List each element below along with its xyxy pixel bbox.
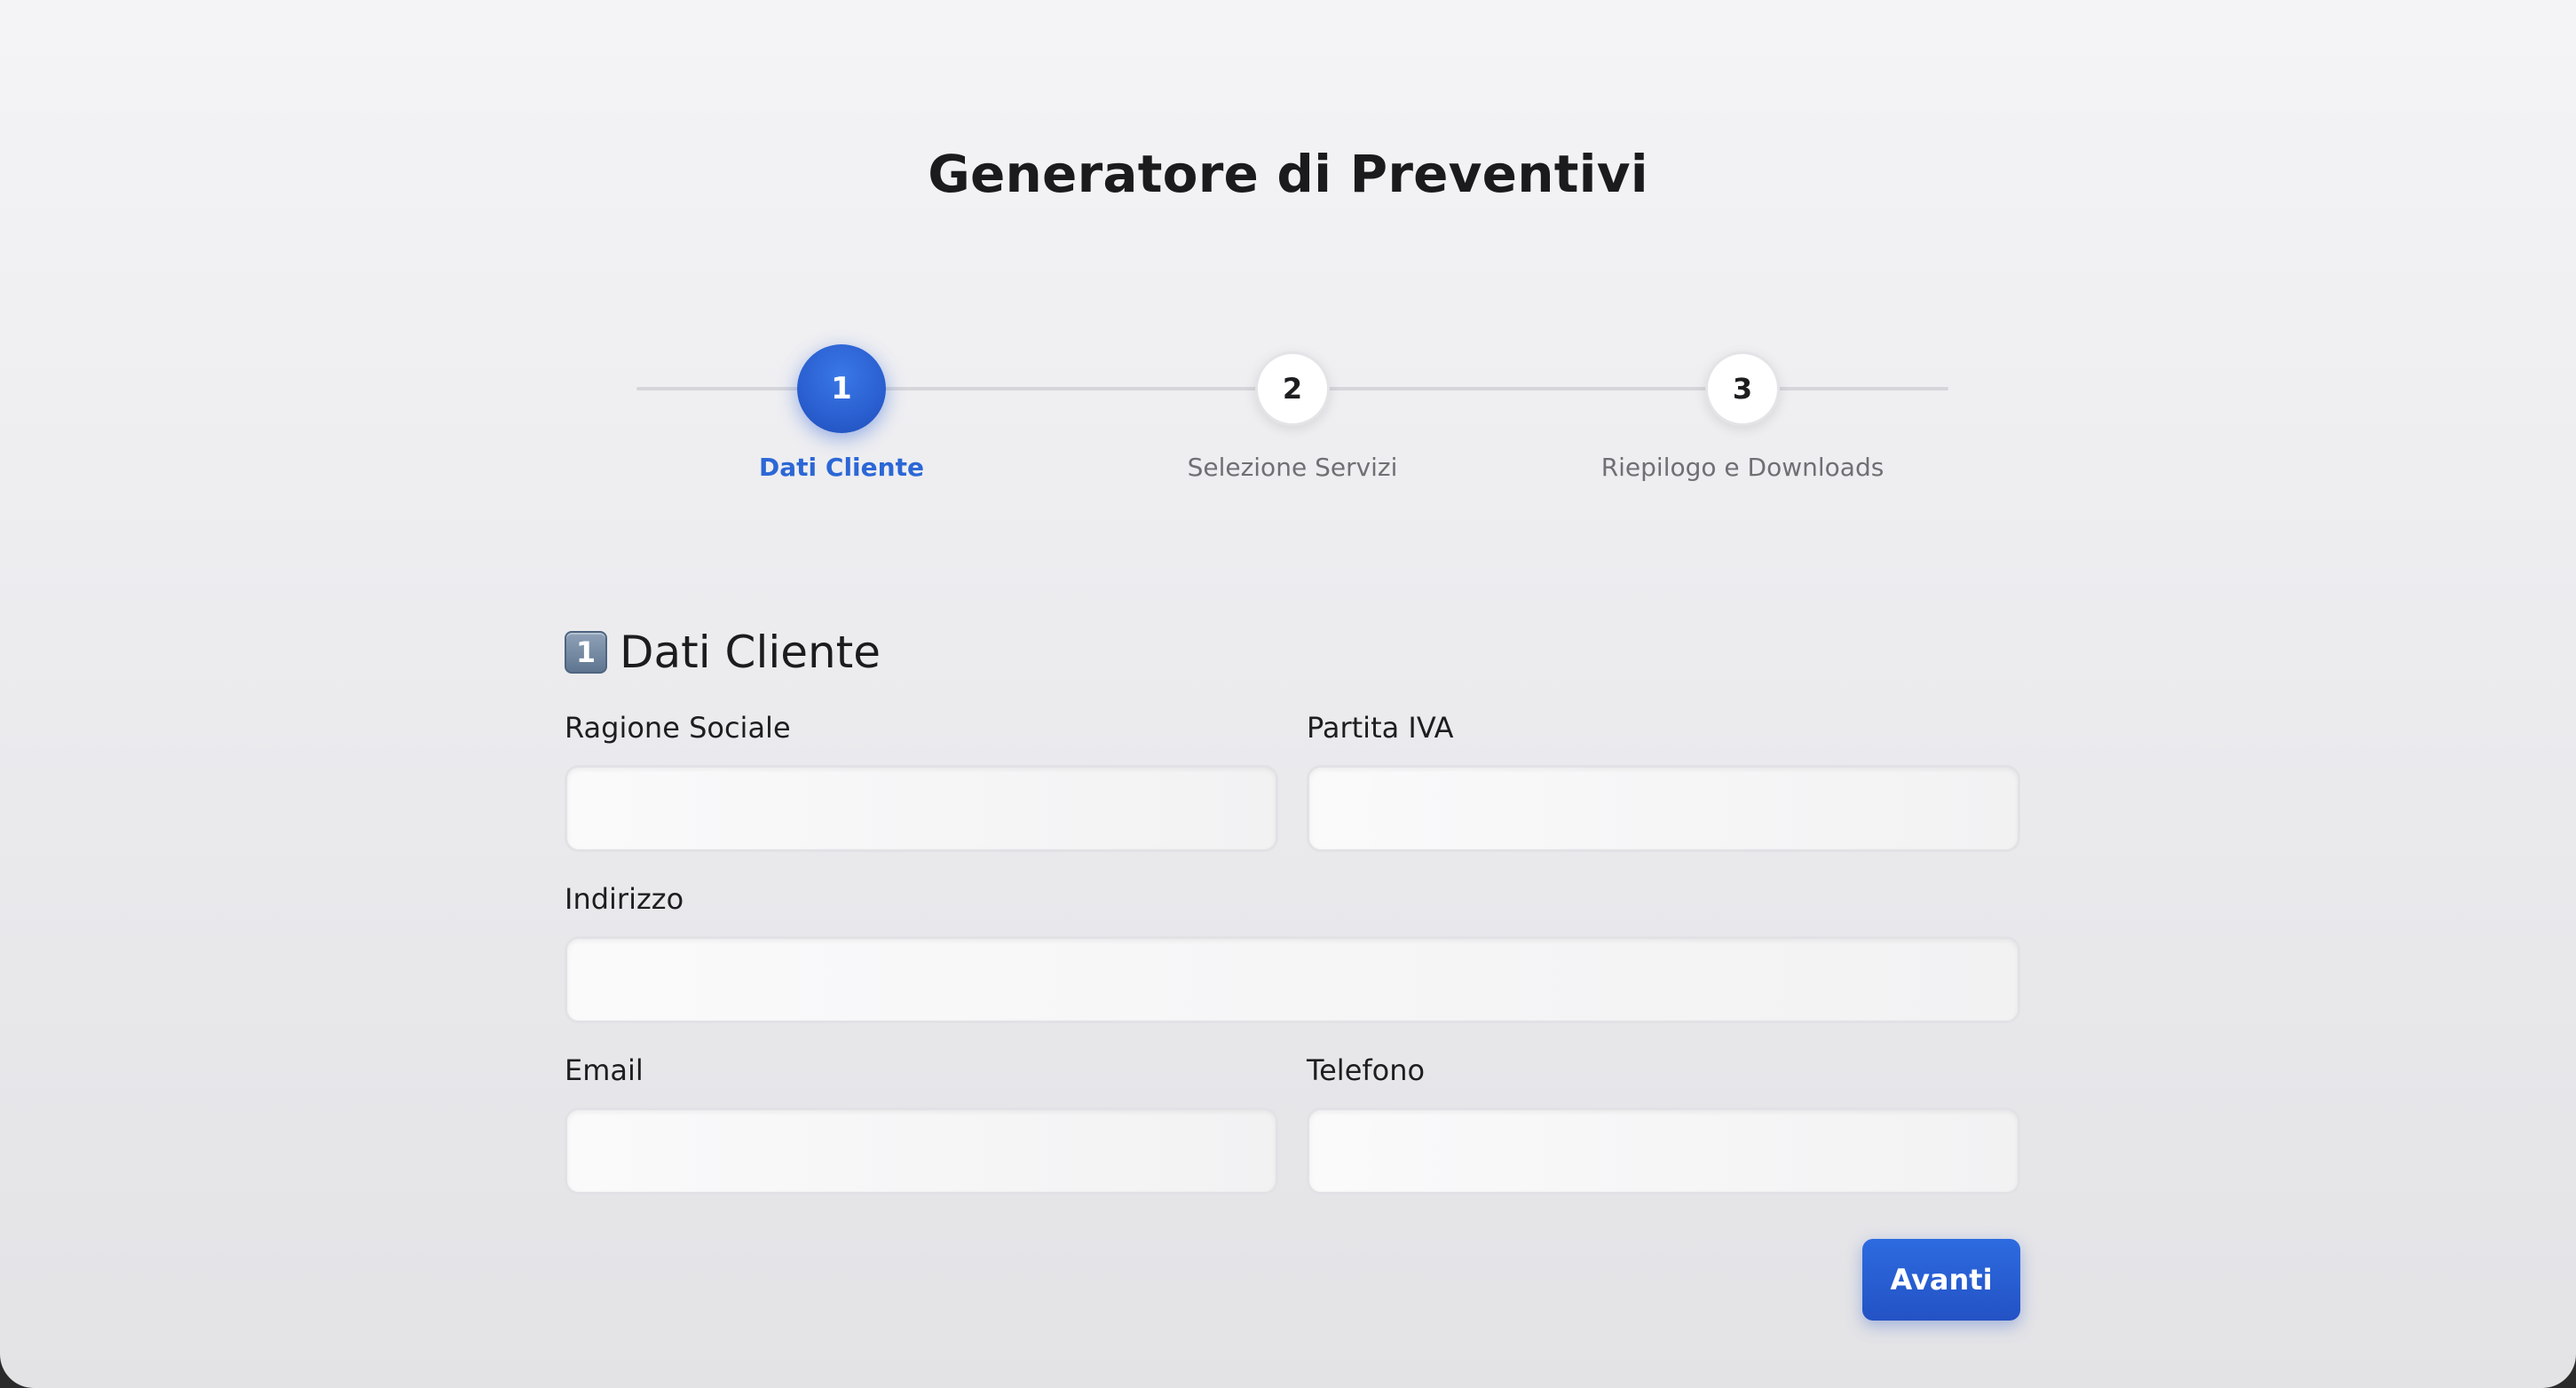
- email-input[interactable]: [565, 1108, 1278, 1195]
- app-window: Generatore di Preventivi 1 Dati Cliente …: [0, 0, 2576, 1388]
- step-number-badge: 3: [1705, 351, 1780, 426]
- partita-iva-group: Partita IVA: [1307, 710, 2020, 852]
- indirizzo-group: Indirizzo: [565, 881, 2020, 1023]
- email-label: Email: [565, 1053, 644, 1087]
- step-number-badge: 2: [1255, 351, 1330, 426]
- ragione-sociale-group: Ragione Sociale: [565, 710, 1278, 852]
- email-group: Email: [565, 1053, 1278, 1195]
- indirizzo-input[interactable]: [565, 936, 2020, 1023]
- step-riepilogo-downloads[interactable]: 3 Riepilogo e Downloads: [1556, 337, 1929, 497]
- step-label: Selezione Servizi: [1187, 453, 1398, 482]
- ragione-sociale-input[interactable]: [565, 765, 1278, 852]
- step-dati-cliente[interactable]: 1 Dati Cliente: [655, 337, 1028, 497]
- client-data-form: 1 Dati Cliente Ragione Sociale Partita I…: [565, 621, 2020, 1331]
- section-title-text: Dati Cliente: [620, 627, 881, 678]
- telefono-group: Telefono: [1307, 1053, 2020, 1195]
- ragione-sociale-label: Ragione Sociale: [565, 711, 791, 745]
- keycap-one-icon: 1: [565, 631, 607, 674]
- partita-iva-input[interactable]: [1307, 765, 2020, 852]
- telefono-input[interactable]: [1307, 1108, 2020, 1195]
- partita-iva-label: Partita IVA: [1307, 711, 1454, 745]
- progress-stepper: 1 Dati Cliente 2 Selezione Servizi 3 Rie…: [636, 337, 1948, 497]
- indirizzo-label: Indirizzo: [565, 882, 684, 916]
- step-number-badge: 1: [797, 344, 886, 433]
- step-selezione-servizi[interactable]: 2 Selezione Servizi: [1106, 337, 1479, 497]
- telefono-label: Telefono: [1307, 1053, 1426, 1087]
- step-label: Riepilogo e Downloads: [1600, 453, 1885, 482]
- next-button[interactable]: Avanti: [1862, 1239, 2020, 1321]
- section-title: 1 Dati Cliente: [565, 627, 881, 678]
- step-label: Dati Cliente: [759, 453, 924, 482]
- page-title: Generatore di Preventivi: [928, 144, 1648, 204]
